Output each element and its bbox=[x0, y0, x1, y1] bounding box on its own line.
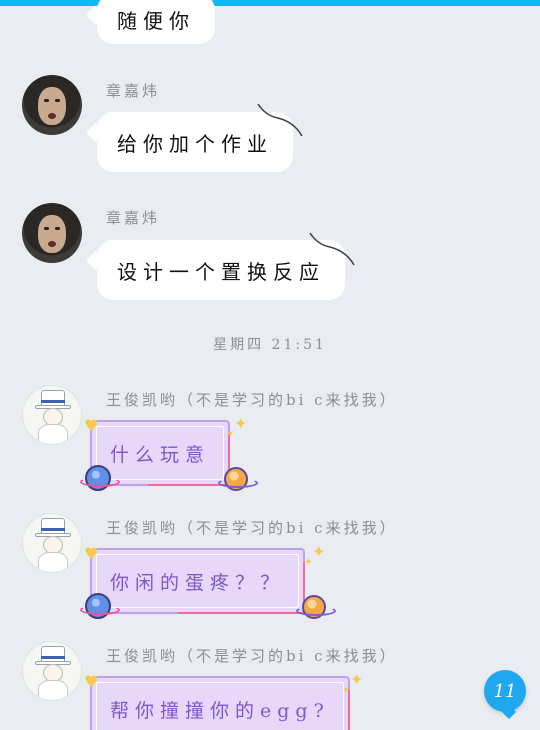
message-text: 设计一个置换反应 bbox=[117, 259, 325, 284]
top-accent-bar bbox=[0, 0, 540, 6]
avatar-eye bbox=[44, 227, 49, 230]
avatar-hat bbox=[41, 646, 65, 662]
avatar-mouth bbox=[48, 241, 56, 247]
message-text: 随便你 bbox=[117, 8, 195, 33]
avatar-hat-band bbox=[41, 528, 65, 531]
message-text: 给你加个作业 bbox=[117, 131, 273, 156]
avatar-eye bbox=[55, 99, 60, 102]
message-text: 帮你撞撞你的egg? bbox=[110, 699, 330, 722]
avatar-eye bbox=[55, 227, 60, 230]
avatar[interactable] bbox=[22, 641, 82, 701]
bubble-decoration-curl bbox=[257, 103, 303, 137]
avatar[interactable] bbox=[22, 75, 82, 135]
sender-name: 王俊凯哟（不是学习的bi c来找我） bbox=[106, 391, 398, 409]
avatar[interactable] bbox=[22, 385, 82, 445]
chat-bubble-icon[interactable]: 11 bbox=[484, 670, 526, 712]
avatar-eye bbox=[44, 99, 49, 102]
star-icon: ✦ bbox=[312, 542, 326, 561]
avatar[interactable] bbox=[22, 203, 82, 263]
avatar-face bbox=[38, 215, 66, 253]
fab-label: 11 bbox=[493, 680, 517, 702]
avatar-body bbox=[38, 424, 68, 444]
message-bubble[interactable]: 你闲的蛋疼？？ bbox=[90, 548, 306, 614]
planet-icon bbox=[296, 595, 336, 619]
avatar-hat-band bbox=[41, 656, 65, 659]
avatar-hat bbox=[41, 390, 65, 406]
star-icon: ✦ bbox=[226, 429, 235, 440]
sender-name: 王俊凯哟（不是学习的bi c来找我） bbox=[106, 519, 398, 537]
avatar-hat-band bbox=[41, 400, 65, 403]
timestamp: 星期四 21:51 bbox=[213, 337, 327, 353]
star-icon: ✦ bbox=[342, 685, 351, 696]
message-text: 你闲的蛋疼？？ bbox=[110, 571, 286, 594]
sender-name: 王俊凯哟（不是学习的bi c来找我） bbox=[106, 647, 398, 665]
avatar-body bbox=[38, 552, 68, 572]
heart-icon: ♥ bbox=[84, 672, 99, 691]
message-text: 什么玩意 bbox=[110, 443, 211, 466]
bubble-decoration-curl bbox=[309, 232, 355, 266]
star-icon: ✦ bbox=[350, 670, 364, 689]
avatar-body bbox=[38, 680, 68, 700]
heart-icon: ♥ bbox=[84, 544, 99, 563]
heart-icon: ♥ bbox=[84, 416, 99, 435]
avatar-mouth bbox=[48, 113, 56, 119]
sender-name: 章嘉炜 bbox=[106, 82, 161, 100]
planet-icon bbox=[80, 593, 120, 619]
message-bubble[interactable]: 随便你 bbox=[97, 0, 215, 44]
star-icon: ✦ bbox=[304, 557, 313, 568]
planet-icon bbox=[218, 467, 258, 491]
avatar-face bbox=[38, 87, 66, 125]
planet-icon bbox=[80, 465, 120, 491]
star-icon: ✦ bbox=[234, 414, 248, 433]
message-bubble[interactable]: 帮你撞撞你的egg? bbox=[90, 676, 350, 730]
avatar[interactable] bbox=[22, 513, 82, 573]
sender-name: 章嘉炜 bbox=[106, 209, 161, 227]
message-bubble[interactable]: 什么玩意 bbox=[90, 420, 231, 486]
avatar-hat bbox=[41, 518, 65, 534]
